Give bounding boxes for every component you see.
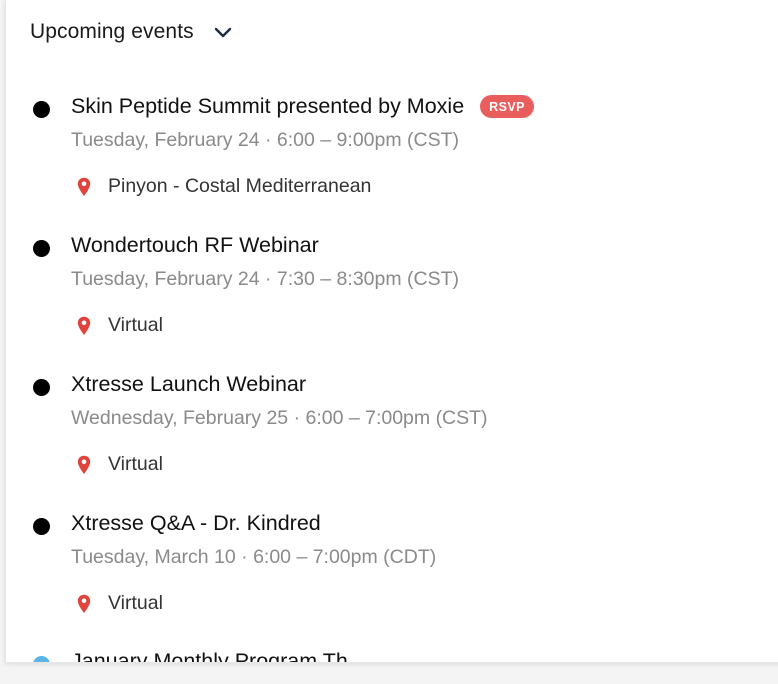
upcoming-events-toggle[interactable]: Upcoming events xyxy=(30,20,234,44)
map-pin-icon xyxy=(77,316,91,335)
event-item: Skin Peptide Summit presented by Moxie R… xyxy=(6,94,778,233)
event-item: Xtresse Q&A - Dr. Kindred Tuesday, March… xyxy=(6,511,778,650)
event-bullet xyxy=(33,518,50,535)
event-location: Virtual xyxy=(77,314,163,337)
event-bullet xyxy=(33,240,50,257)
event-location: Virtual xyxy=(77,592,163,615)
location-text: Virtual xyxy=(108,453,163,475)
event-location: Pinyon - Costal Mediterranean xyxy=(77,175,371,198)
event-item-partial: January Monthly Program Th... xyxy=(6,649,778,662)
event-bullet xyxy=(33,656,50,662)
event-title[interactable]: Xtresse Q&A - Dr. Kindred xyxy=(71,511,321,536)
event-item: Wondertouch RF Webinar Tuesday, February… xyxy=(6,233,778,372)
map-pin-icon xyxy=(77,455,91,474)
event-bullet xyxy=(33,379,50,396)
page: Upcoming events Skin Peptide Summit pres… xyxy=(0,0,778,684)
event-item: Xtresse Launch Webinar Wednesday, Februa… xyxy=(6,372,778,511)
event-date: Tuesday, February 24 · 7:30 – 8:30pm (CS… xyxy=(71,268,460,290)
event-bullet xyxy=(33,101,50,118)
event-title[interactable]: Skin Peptide Summit presented by Moxie xyxy=(71,94,464,119)
location-text: Virtual xyxy=(108,314,163,336)
event-title[interactable]: Xtresse Launch Webinar xyxy=(71,372,306,397)
map-pin-icon xyxy=(77,594,91,613)
upcoming-events-card: Upcoming events Skin Peptide Summit pres… xyxy=(5,0,778,663)
location-text: Pinyon - Costal Mediterranean xyxy=(108,175,372,197)
rsvp-badge[interactable]: RSVP xyxy=(480,95,534,118)
event-date: Tuesday, March 10 · 6:00 – 7:00pm (CDT) xyxy=(71,546,437,568)
event-list: Skin Peptide Summit presented by Moxie R… xyxy=(6,94,778,650)
event-location: Virtual xyxy=(77,453,163,476)
event-date: Tuesday, February 24 · 6:00 – 9:00pm (CS… xyxy=(71,129,460,151)
event-date: Wednesday, February 25 · 6:00 – 7:00pm (… xyxy=(71,407,488,429)
event-title[interactable]: Wondertouch RF Webinar xyxy=(71,233,319,258)
chevron-down-icon xyxy=(214,27,231,38)
map-pin-icon xyxy=(77,177,91,196)
event-title[interactable]: January Monthly Program Th... xyxy=(71,649,366,662)
section-title: Upcoming events xyxy=(30,20,194,43)
location-text: Virtual xyxy=(108,592,163,614)
